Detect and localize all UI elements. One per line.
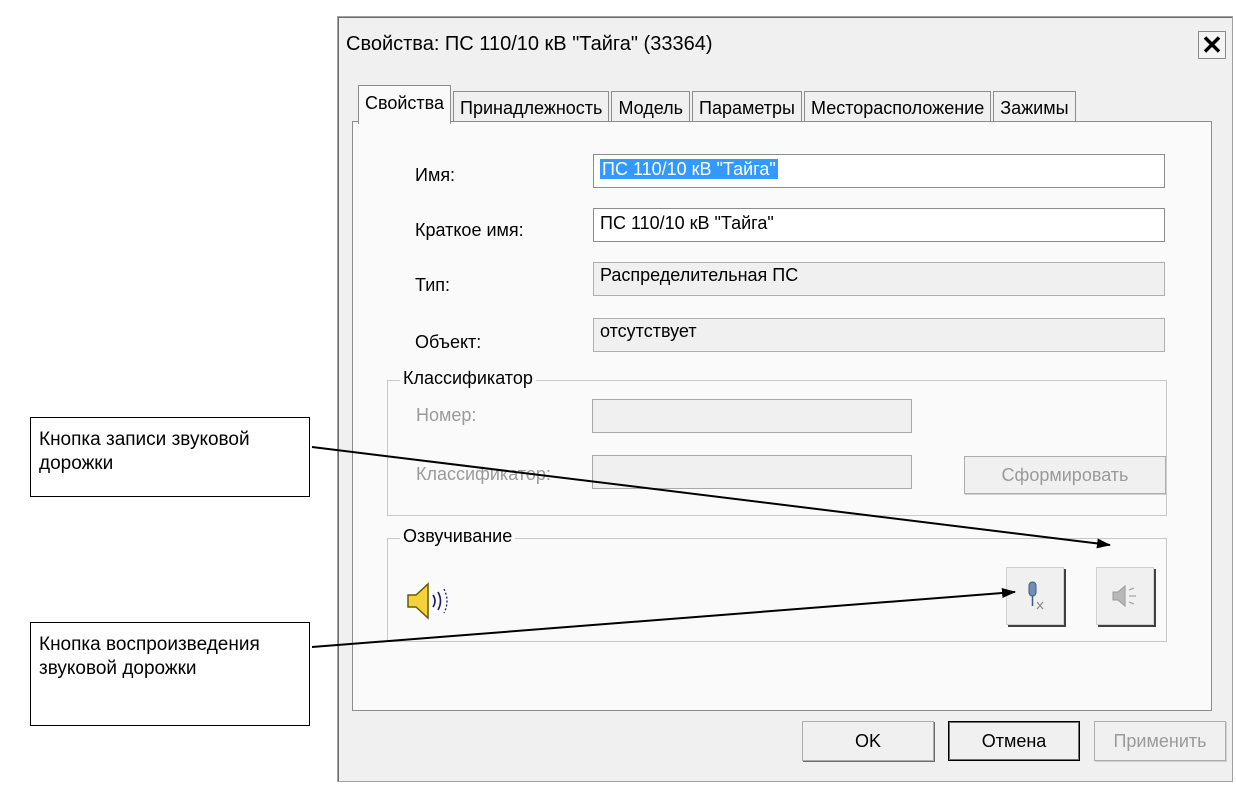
callout-record-text: Кнопка записи звуковой дорожки <box>39 429 250 474</box>
cancel-button[interactable]: Отмена <box>948 721 1080 761</box>
microphone-icon <box>1028 581 1044 610</box>
object-label: Объект: <box>415 332 482 352</box>
tab-terminals[interactable]: Зажимы <box>993 91 1076 124</box>
number-input[interactable] <box>592 399 912 433</box>
name-input[interactable]: ПС 110/10 кВ "Тайга" <box>593 154 1165 188</box>
type-field: Распределительная ПС <box>593 262 1165 296</box>
type-label: Тип: <box>415 275 451 295</box>
voicing-group: Озвучивание <box>387 526 1167 642</box>
tab-parameters[interactable]: Параметры <box>692 91 802 124</box>
callout-record-button: Кнопка записи звуковой дорожки <box>30 417 310 497</box>
properties-dialog: Свойства: ПС 110/10 кВ "Тайга" (33364) ✕… <box>337 16 1233 782</box>
tab-properties[interactable]: Свойства <box>358 85 452 124</box>
type-value: Распределительная ПС <box>600 265 799 285</box>
speaker-disabled-icon <box>1112 584 1136 608</box>
tab-affiliation[interactable]: Принадлежность <box>453 91 610 124</box>
object-value: отсутствует <box>600 321 697 341</box>
short-name-input-value: ПС 110/10 кВ "Тайга" <box>600 213 774 233</box>
close-icon: ✕ <box>1201 30 1223 60</box>
apply-button[interactable]: Применить <box>1094 721 1226 761</box>
tab-strip: Свойства Принадлежность Модель Параметры… <box>358 85 1078 125</box>
tab-location[interactable]: Месторасположение <box>804 91 992 124</box>
form-button[interactable]: Сформировать <box>964 456 1166 494</box>
classifier-label: Классификатор: <box>416 464 551 484</box>
record-button[interactable] <box>1006 567 1064 625</box>
speaker-icon <box>407 582 448 620</box>
classifier-group-title: Классификатор <box>400 368 536 389</box>
close-button[interactable]: ✕ <box>1198 31 1226 59</box>
play-button[interactable] <box>1096 567 1154 625</box>
title-bar: Свойства: ПС 110/10 кВ "Тайга" (33364) ✕ <box>346 29 1226 63</box>
tab-panel-properties: Имя: ПС 110/10 кВ "Тайга" Краткое имя: П… <box>352 121 1212 711</box>
classifier-input[interactable] <box>592 455 912 489</box>
name-input-value: ПС 110/10 кВ "Тайга" <box>600 159 778 179</box>
classifier-group: Классификатор Номер: Классификатор: Сфор… <box>387 368 1167 516</box>
name-label: Имя: <box>415 165 456 185</box>
object-field: отсутствует <box>593 318 1165 352</box>
voicing-group-title: Озвучивание <box>400 526 516 547</box>
callout-play-text: Кнопка воспроизведения звуковой дорожки <box>39 634 260 679</box>
tab-model[interactable]: Модель <box>611 91 691 124</box>
short-name-label: Краткое имя: <box>415 220 524 240</box>
short-name-input[interactable]: ПС 110/10 кВ "Тайга" <box>593 208 1165 242</box>
ok-button[interactable]: OK <box>802 721 934 761</box>
number-label: Номер: <box>416 405 477 425</box>
callout-play-button: Кнопка воспроизведения звуковой дорожки <box>30 622 310 726</box>
window-title: Свойства: ПС 110/10 кВ "Тайга" (33364) <box>346 33 713 55</box>
